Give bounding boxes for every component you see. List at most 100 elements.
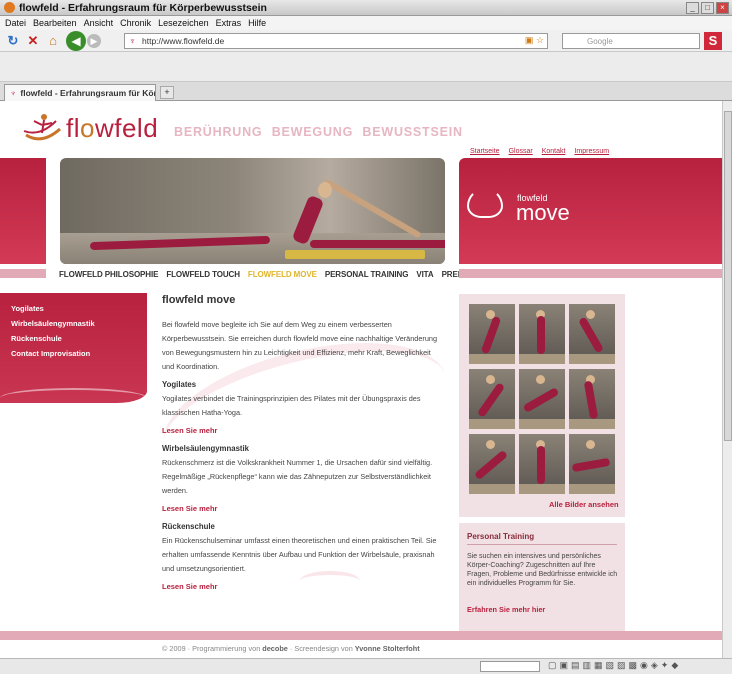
gallery-thumb[interactable] xyxy=(569,304,615,364)
personal-training-title: Personal Training xyxy=(467,532,535,541)
minimize-button[interactable]: _ xyxy=(686,1,699,14)
rss-bookmark-icons[interactable]: ▣ ☆ xyxy=(525,35,544,46)
gallery-thumb[interactable] xyxy=(569,369,615,429)
status-bar: ▢▣▤▥▦▧▨▩◉◈✦◆ xyxy=(0,658,732,674)
menu-datei[interactable]: Datei xyxy=(5,18,26,28)
window-title: flowfeld - Erfahrungsraum für Körperbewu… xyxy=(19,1,267,14)
forward-button[interactable]: ▶ xyxy=(87,33,101,48)
all-pictures-link[interactable]: Alle Bilder ansehen xyxy=(549,500,619,509)
url-text: http://www.flowfeld.de xyxy=(142,36,225,46)
page-title: flowfeld move xyxy=(162,294,236,306)
personal-training-text: Sie suchen ein intensives und persönlich… xyxy=(467,553,618,587)
move-banner: flowfeld move xyxy=(459,158,722,264)
status-field[interactable] xyxy=(480,661,540,672)
menu-extras[interactable]: Extras xyxy=(216,18,242,28)
gallery-thumb[interactable] xyxy=(519,369,565,429)
right-pink-band xyxy=(459,269,722,278)
site-logo[interactable]: flowfeld xyxy=(22,111,158,145)
section-text-yogilates: Yogilates verbindet die Trainingsprinzip… xyxy=(162,394,421,417)
section-heading-rueckenschule: Rückenschule xyxy=(162,522,215,531)
personal-training-box: Personal Training Sie suchen ein intensi… xyxy=(459,523,625,638)
logo-text: flowfeld xyxy=(66,112,159,143)
subnav-yogilates[interactable]: Yogilates xyxy=(11,304,95,313)
subnav-contact-improvisation[interactable]: Contact Improvisation xyxy=(11,349,95,358)
subnav-wirbelsaeulengymnastik[interactable]: Wirbelsäulengymnastik xyxy=(11,319,95,328)
stop-icon[interactable]: ✕ xyxy=(26,33,40,48)
footer-year: © 2009 xyxy=(162,644,186,653)
section-text-wirbelsaeule: Rückenschmerz ist die Volkskrankheit Num… xyxy=(162,458,433,495)
read-more-yogilates[interactable]: Lesen Sie mehr xyxy=(162,426,442,435)
footer-band xyxy=(0,631,722,640)
menu-hilfe[interactable]: Hilfe xyxy=(248,18,266,28)
page-scrollbar[interactable] xyxy=(722,101,732,658)
footer-prog-name[interactable]: decobe xyxy=(262,644,288,653)
gallery-thumb[interactable] xyxy=(469,434,515,494)
intro-text: Bei flowfeld move begleite ich Sie auf d… xyxy=(162,320,438,371)
new-tab-button[interactable]: + xyxy=(160,86,174,99)
main-content: flowfeld move Bei flowfeld move begleite… xyxy=(162,294,442,600)
menu-bearbeiten[interactable]: Bearbeiten xyxy=(33,18,77,28)
nav-personal-training[interactable]: PERSONAL TRAINING xyxy=(325,270,409,279)
status-addon-icons[interactable]: ▢▣▤▥▦▧▨▩◉◈✦◆ xyxy=(548,660,681,671)
site-favicon: ♆ xyxy=(129,36,136,46)
link-impressum[interactable]: Impressum xyxy=(574,148,609,155)
link-startseite[interactable]: Startseite xyxy=(470,148,500,155)
section-heading-yogilates: Yogilates xyxy=(162,380,197,389)
nav-touch[interactable]: FLOWFELD TOUCH xyxy=(166,270,240,279)
gallery-thumb[interactable] xyxy=(519,434,565,494)
hero-image xyxy=(60,158,445,264)
nav-move[interactable]: FLOWFELD MOVE xyxy=(248,270,317,279)
gallery-thumb[interactable] xyxy=(569,434,615,494)
menu-ansicht[interactable]: Ansicht xyxy=(84,18,114,28)
photo-gallery: Alle Bilder ansehen xyxy=(459,294,625,517)
home-icon[interactable]: ⌂ xyxy=(46,33,60,48)
section-heading-wirbelsaeule: Wirbelsäulengymnastik xyxy=(162,444,250,453)
gallery-thumb[interactable] xyxy=(519,304,565,364)
left-decoration xyxy=(0,158,46,264)
top-links: Startseite Glossar Kontakt Impressum xyxy=(470,148,609,155)
gallery-thumb[interactable] xyxy=(469,304,515,364)
footer: © 2009 · Programmierung von decobe · Scr… xyxy=(0,640,722,658)
read-more-wirbelsaeule[interactable]: Lesen Sie mehr xyxy=(162,504,442,513)
move-logo xyxy=(467,188,505,218)
navigation-toolbar: ↻ ✕ ⌂ ◀ ▶ ♆ http://www.flowfeld.de ▣ ☆ G… xyxy=(0,30,732,52)
addon-s-icon[interactable]: S xyxy=(704,32,722,50)
menubar: Datei Bearbeiten Ansicht Chronik Lesezei… xyxy=(0,16,732,30)
window-titlebar: flowfeld - Erfahrungsraum für Körperbewu… xyxy=(0,0,732,16)
link-glossar[interactable]: Glossar xyxy=(509,148,533,155)
gallery-thumb[interactable] xyxy=(469,369,515,429)
personal-training-link[interactable]: Erfahren Sie mehr hier xyxy=(467,605,545,614)
move-figure-icon xyxy=(467,188,503,218)
sub-nav: Yogilates Wirbelsäulengymnastik Rückensc… xyxy=(0,293,147,403)
footer-design-name[interactable]: Yvonne Stolterfoht xyxy=(355,644,420,653)
footer-design-label: · Screendesign von xyxy=(289,644,353,653)
left-pink-band xyxy=(0,269,46,278)
firefox-icon xyxy=(4,2,15,13)
tab-strip: ♆ flowfeld - Erfahrungsraum für Körp ...… xyxy=(0,82,732,101)
nav-vita[interactable]: VITA xyxy=(416,270,433,279)
read-more-rueckenschule[interactable]: Lesen Sie mehr xyxy=(162,582,442,591)
bookmarks-toolbar xyxy=(0,52,732,82)
search-input[interactable]: Google xyxy=(562,33,700,49)
back-button[interactable]: ◀ xyxy=(66,30,86,51)
tab-flowfeld[interactable]: ♆ flowfeld - Erfahrungsraum für Körp ... xyxy=(4,84,156,101)
tab-favicon: ♆ xyxy=(10,88,17,98)
maximize-button[interactable]: □ xyxy=(701,1,714,14)
search-placeholder: Google xyxy=(587,36,613,46)
menu-lesezeichen[interactable]: Lesezeichen xyxy=(158,18,209,28)
close-window-button[interactable]: × xyxy=(716,1,729,14)
reload-icon[interactable]: ↻ xyxy=(6,33,20,48)
footer-prog-label: · Programmierung von xyxy=(187,644,261,653)
flowfeld-logo-icon xyxy=(23,114,61,141)
tab-title: flowfeld - Erfahrungsraum für Körp ... xyxy=(20,88,155,98)
link-kontakt[interactable]: Kontakt xyxy=(542,148,566,155)
url-bar[interactable]: ♆ http://www.flowfeld.de ▣ ☆ xyxy=(124,33,548,49)
section-text-rueckenschule: Ein Rückenschulseminar umfasst einen the… xyxy=(162,536,437,573)
tagline: BERÜHRUNG BEWEGUNG BEWUSSTSEIN xyxy=(174,125,463,139)
nav-philosophie[interactable]: FLOWFELD PHILOSOPHIE xyxy=(59,270,158,279)
main-nav: FLOWFELD PHILOSOPHIE FLOWFELD TOUCH FLOW… xyxy=(59,270,470,279)
menu-chronik[interactable]: Chronik xyxy=(120,18,151,28)
page-viewport: flowfeld BERÜHRUNG BEWEGUNG BEWUSSTSEIN … xyxy=(0,101,722,658)
move-big-text: move xyxy=(516,200,570,225)
subnav-rueckenschule[interactable]: Rückenschule xyxy=(11,334,95,343)
